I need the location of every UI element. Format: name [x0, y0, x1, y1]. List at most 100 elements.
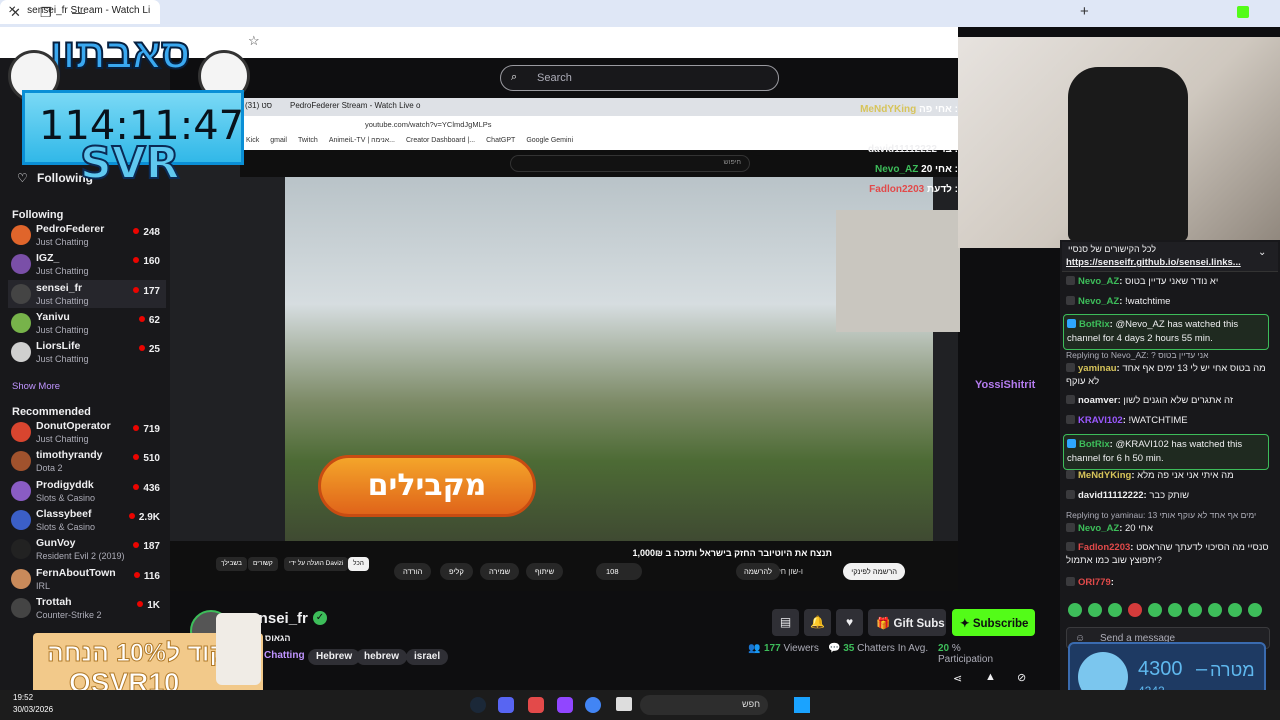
file-explorer-icon[interactable]	[616, 697, 632, 711]
bot-message[interactable]: BotRix: @KRAVI102 has watched this chann…	[1063, 434, 1269, 470]
new-tab-icon[interactable]: +	[1080, 3, 1089, 20]
emote-icon[interactable]	[1068, 603, 1082, 617]
promo-line1: קוד ל10% הנחה	[47, 639, 227, 668]
chat-username[interactable]: BotRix	[1079, 439, 1110, 450]
app-icon[interactable]	[528, 697, 544, 713]
tag-pill[interactable]: israel	[406, 649, 449, 665]
pinned-message[interactable]: לכל הקישורים של סנסיי https://senseifr.g…	[1062, 242, 1278, 272]
chat-message[interactable]: ORI779:	[1066, 576, 1272, 589]
channel-name: Classybeef	[36, 507, 92, 520]
theatre-mode-button[interactable]: ▤	[772, 609, 799, 636]
bookmark-item[interactable]: Twitch	[298, 137, 318, 144]
emote-icon[interactable]	[1128, 603, 1142, 617]
follow-heart-button[interactable]: ♥	[836, 609, 863, 636]
twitch-icon[interactable]	[557, 697, 573, 713]
bookmark-item[interactable]: gmail	[270, 137, 287, 144]
chat-username[interactable]: BotRix	[1079, 319, 1110, 330]
yt-action-button[interactable]: הורדה	[394, 563, 432, 580]
chat-message[interactable]: MeNdYKing: מה איתי אני אני פה מלא	[1066, 469, 1272, 482]
chat-message[interactable]: Replying to Nevo_AZ: ? אני עדיין בטוס yam…	[1066, 349, 1272, 388]
mute-icon[interactable]: ⊘	[1017, 671, 1026, 684]
chat-message[interactable]: Nevo_AZ: !watchtime	[1066, 295, 1272, 308]
emote-icon[interactable]	[1088, 603, 1102, 617]
notifications-bell-icon[interactable]: 🔔	[804, 609, 831, 636]
heart-icon[interactable]: ♡	[17, 171, 28, 185]
channel-item[interactable]: PedroFederer Just Chatting 248	[8, 221, 166, 249]
emote-icon[interactable]	[1168, 603, 1182, 617]
minimize-icon[interactable]: —	[72, 5, 85, 20]
close-icon[interactable]: ✕	[10, 5, 21, 21]
bookmark-item[interactable]: AnimeiL-TV | אנימה...	[329, 137, 395, 144]
report-icon[interactable]: ▲	[985, 671, 996, 683]
chrome-icon[interactable]	[585, 697, 601, 713]
channel-item[interactable]: timothyrandy Dota 2 510	[8, 447, 166, 475]
discord-icon[interactable]	[498, 697, 514, 713]
category-link[interactable]: Chatting	[264, 650, 305, 661]
chat-message[interactable]: KRAVI102: !WATCHTIME	[1066, 414, 1272, 427]
channel-item[interactable]: Yanivu Just Chatting 62	[8, 309, 166, 337]
channel-item[interactable]: sensei_fr Just Chatting 177	[8, 279, 166, 308]
pinned-link[interactable]: https://senseifr.github.io/sensei.links.…	[1066, 257, 1241, 268]
chat-message[interactable]: Nevo_AZ: יא נודר שאני עדיין בטוס	[1066, 275, 1272, 288]
yt-action-button[interactable]: שמירה	[480, 563, 520, 580]
channel-item[interactable]: GunVoy Resident Evil 2 (2019) 187	[8, 535, 166, 563]
bookmark-item[interactable]: Google Gemini	[526, 137, 573, 144]
gift-subs-button[interactable]: 🎁 Gift Subs	[868, 609, 946, 636]
yt-filter-chip[interactable]: קשורים	[248, 557, 278, 571]
steam-icon[interactable]	[470, 697, 486, 713]
subscribe-button[interactable]: ✦ Subscribe	[952, 609, 1035, 636]
share-icon[interactable]: ⋖	[953, 672, 962, 685]
windows-start-icon[interactable]	[794, 697, 810, 713]
yt-subscribe-button[interactable]: להרשמה	[736, 563, 780, 580]
chat-username[interactable]: yaminau	[1078, 363, 1117, 374]
emote-icon[interactable]	[1228, 603, 1242, 617]
clock-time[interactable]: 19:52	[13, 693, 33, 702]
clock-date[interactable]: 30/03/2026	[13, 705, 53, 714]
channel-item[interactable]: IGZ_ Just Chatting 160	[8, 250, 166, 278]
bookmark-item[interactable]: Kick	[246, 137, 259, 144]
bookmark-item[interactable]: ChatGPT	[486, 137, 515, 144]
chat-username[interactable]: Nevo_AZ	[1078, 276, 1119, 287]
emote-icon[interactable]	[1148, 603, 1162, 617]
viewer-count: 436	[133, 483, 160, 494]
channel-item[interactable]: Prodigyddk Slots & Casino 436	[8, 477, 166, 505]
yt-filter-chip[interactable]: הועלה על ידי Davizi	[284, 557, 349, 571]
chat-username[interactable]: MeNdYKing	[1078, 470, 1131, 481]
chat-message[interactable]: noamver: זה אתגרים שלא הוגנים לשון	[1066, 394, 1272, 407]
chat-username[interactable]: KRAVI102	[1078, 415, 1123, 426]
chat-username[interactable]: Fadlon2203	[1078, 542, 1130, 553]
chevron-down-icon[interactable]: ⌄	[1258, 247, 1266, 258]
chat-username[interactable]: ORI779	[1078, 577, 1111, 588]
tag-pill[interactable]: Hebrew	[308, 649, 361, 665]
emote-icon[interactable]	[1248, 603, 1262, 617]
chat-username[interactable]: Nevo_AZ	[1078, 296, 1119, 307]
show-more-link[interactable]: Show More	[12, 381, 60, 392]
chat-message[interactable]: david11112222: שותק כבר	[1066, 489, 1272, 502]
taskbar-search[interactable]: חפש	[640, 695, 768, 715]
bookmark-item[interactable]: Creator Dashboard |...	[406, 137, 475, 144]
yt-filter-chip[interactable]: הכל	[348, 557, 369, 571]
channel-item[interactable]: DonutOperator Just Chatting 719	[8, 418, 166, 446]
emote-icon[interactable]	[1108, 603, 1122, 617]
emote-icon[interactable]	[1208, 603, 1222, 617]
chat-username[interactable]: david11112222	[1078, 490, 1144, 501]
search-input[interactable]: ⌕ Search	[500, 65, 779, 91]
chat-username[interactable]: Nevo_AZ	[1078, 523, 1119, 534]
channel-item[interactable]: Trottah Counter-Strike 2 1K	[8, 594, 166, 622]
tag-pill[interactable]: hebrew	[356, 649, 408, 665]
channel-item[interactable]: LiorsLife Just Chatting 25	[8, 338, 166, 366]
channel-item[interactable]: FernAboutTown IRL 116	[8, 565, 166, 593]
yt-filter-chip[interactable]: בשבילך	[216, 557, 247, 571]
emote-icon[interactable]	[1188, 603, 1202, 617]
yt-subscribed-button[interactable]: הרשמה לפינקי	[843, 563, 905, 580]
yt-like-button[interactable]: 108	[596, 563, 642, 580]
channel-item[interactable]: Classybeef Slots & Casino 2.9K	[8, 506, 166, 534]
chat-username[interactable]: noamver	[1078, 395, 1118, 406]
yt-action-button[interactable]: קליפ	[440, 563, 473, 580]
bot-message[interactable]: BotRix: @Nevo_AZ has watched this channe…	[1063, 314, 1269, 350]
restore-icon[interactable]: ❐	[40, 5, 52, 21]
yt-action-button[interactable]: שיתוף	[526, 563, 564, 580]
bookmark-star-icon[interactable]: ☆	[248, 33, 260, 49]
chat-message[interactable]: Fadlon2203: סנסיי מה הסיכוי לדעתך שהראסט…	[1066, 541, 1272, 567]
chat-message[interactable]: Replying to yaminau: 13 ימים אף אחד לא ע…	[1066, 509, 1272, 535]
